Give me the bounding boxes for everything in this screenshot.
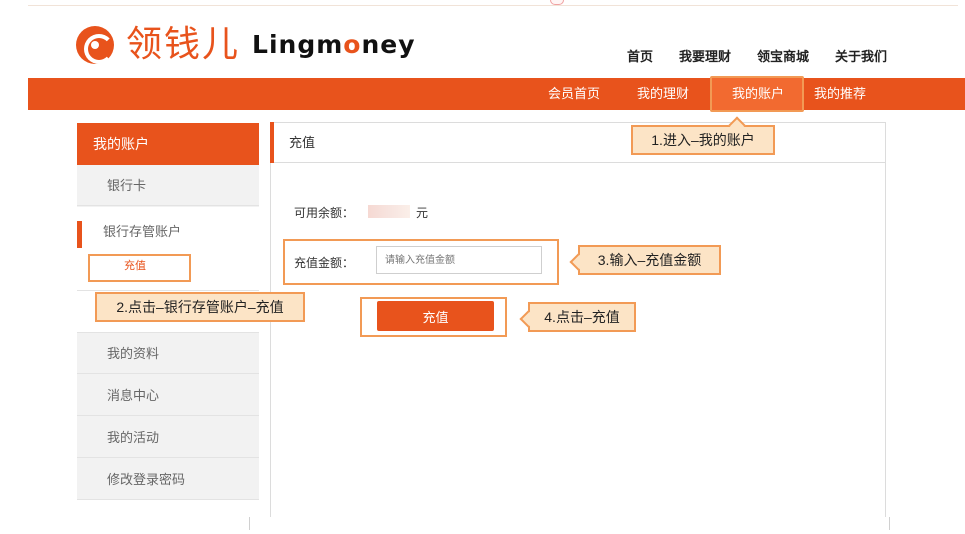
callout-step-2-text: 2.点击–银行存管账户–充值 — [116, 299, 284, 315]
sub-nav-my-investments[interactable]: 我的理财 — [637, 78, 689, 110]
sidebar-item-my-profile[interactable]: 我的资料 — [77, 333, 259, 374]
site-logo[interactable]: 领钱儿 Lingmoney — [76, 24, 416, 66]
sidebar-item-my-activities[interactable]: 我的活动 — [77, 417, 259, 458]
callout-step-1: 1.进入–我的账户 — [631, 116, 775, 155]
sub-nav-bar: 会员首页 我的理财 我的账户 我的推荐 — [28, 78, 965, 110]
footer-divider-right — [889, 517, 890, 530]
highlight-recharge-subitem — [88, 254, 191, 282]
sub-nav-my-referrals[interactable]: 我的推荐 — [814, 78, 866, 110]
panel-title: 充值 — [271, 123, 885, 163]
sidebar-item-messages[interactable]: 消息中心 — [77, 375, 259, 416]
callout-step-4-text: 4.点击–充值 — [544, 309, 620, 325]
callout-step-3: 3.输入–充值金额 — [569, 245, 721, 275]
callout-step-1-text: 1.进入–我的账户 — [651, 132, 755, 148]
amount-input[interactable] — [376, 246, 542, 274]
sub-nav-my-account[interactable]: 我的账户 — [712, 78, 804, 110]
sidebar-item-bank-card[interactable]: 银行卡 — [77, 165, 259, 206]
amount-label: 充值金额： — [294, 256, 355, 270]
logo-text-en: Lingmoney — [252, 30, 416, 59]
sidebar-title: 我的账户 — [77, 123, 259, 165]
sub-nav-member-home[interactable]: 会员首页 — [548, 78, 600, 110]
logo-icon — [76, 26, 114, 64]
top-nav-invest[interactable]: 我要理财 — [679, 46, 731, 65]
top-nav-home[interactable]: 首页 — [627, 46, 653, 65]
top-nav-mall[interactable]: 领宝商城 — [757, 46, 809, 65]
balance-label: 可用余额： — [294, 206, 355, 220]
footer-divider-left — [249, 517, 250, 530]
top-nav: 首页 我要理财 领宝商城 关于我们 — [627, 46, 887, 65]
top-nav-about[interactable]: 关于我们 — [835, 46, 887, 65]
callout-step-4: 4.点击–充值 — [519, 302, 636, 332]
logo-text-cn: 领钱儿 — [126, 24, 241, 65]
balance-value-masked — [368, 205, 410, 218]
recharge-submit-button[interactable]: 充值 — [377, 301, 494, 331]
sidebar-item-change-password[interactable]: 修改登录密码 — [77, 459, 259, 500]
callout-step-2: 2.点击–银行存管账户–充值 — [95, 292, 305, 322]
top-divider — [28, 5, 958, 6]
panel-title-marker — [270, 122, 274, 163]
active-indicator — [77, 221, 82, 248]
balance-unit: 元 — [416, 206, 429, 220]
callout-step-3-text: 3.输入–充值金额 — [597, 252, 702, 268]
